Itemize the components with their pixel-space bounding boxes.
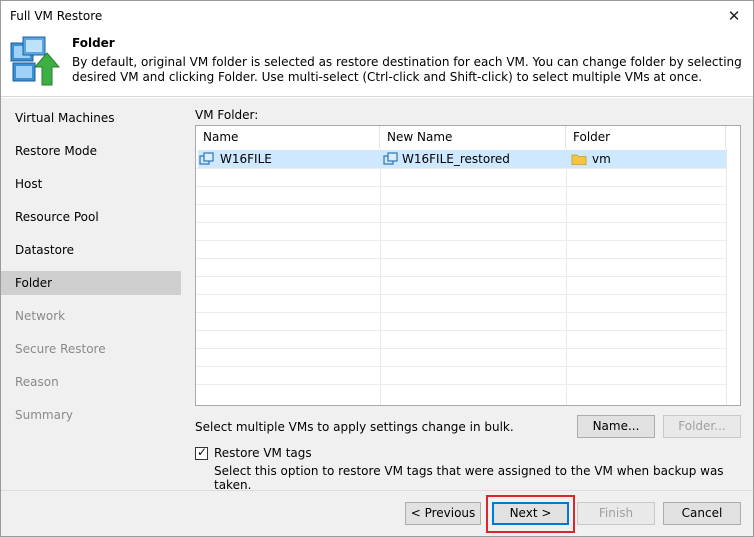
row-divider (196, 348, 726, 349)
sidebar-item-virtual-machines[interactable]: Virtual Machines (1, 106, 181, 130)
step-header: Folder By default, original VM folder is… (1, 31, 753, 97)
vm-folder-grid[interactable]: Name New Name Folder W16FILE W16FILE_res… (195, 125, 741, 406)
row-divider (196, 384, 726, 385)
title-bar: Full VM Restore ✕ (1, 1, 753, 31)
vm-folder-label: VM Folder: (195, 108, 259, 122)
row-folder-cell: vm (568, 150, 726, 168)
sidebar-item-host[interactable]: Host (1, 172, 181, 196)
vm-icon (199, 152, 214, 165)
vm-icon (383, 152, 398, 165)
sidebar-item-restore-mode[interactable]: Restore Mode (1, 139, 181, 163)
window-title: Full VM Restore (10, 9, 103, 23)
row-divider (196, 330, 726, 331)
row-name-cell: W16FILE (198, 150, 380, 168)
sidebar-item-summary: Summary (15, 408, 73, 422)
folder-button: Folder... (663, 415, 741, 438)
row-divider (196, 294, 726, 295)
row-divider (196, 240, 726, 241)
vm-new-name: W16FILE_restored (402, 152, 510, 166)
bulk-hint-text: Select multiple VMs to apply settings ch… (195, 420, 514, 434)
grid-header: Name New Name Folder (196, 126, 740, 148)
name-button[interactable]: Name... (577, 415, 655, 438)
previous-button[interactable]: < Previous (405, 502, 481, 525)
restore-vm-tags-label[interactable]: Restore VM tags (214, 446, 312, 460)
sidebar-item-datastore[interactable]: Datastore (1, 238, 181, 262)
column-header-name[interactable]: Name (196, 126, 380, 148)
vm-folder-value: vm (592, 152, 611, 166)
row-divider (196, 168, 726, 169)
sidebar-item-reason: Reason (15, 375, 59, 389)
column-header-new-name[interactable]: New Name (380, 126, 566, 148)
step-description: By default, original VM folder is select… (72, 55, 742, 84)
wizard-footer: < Previous Next > Finish Cancel (1, 490, 753, 536)
restore-vm-tags-description: Select this option to restore VM tags th… (214, 464, 724, 492)
row-divider (196, 222, 726, 223)
sidebar-item-folder[interactable]: Folder (1, 271, 181, 295)
step-title: Folder (72, 36, 115, 50)
row-divider (196, 312, 726, 313)
sidebar-item-network: Network (15, 309, 66, 323)
row-new-name-cell: W16FILE_restored (382, 150, 566, 168)
full-vm-restore-window: Full VM Restore ✕ Folder By default, ori… (0, 0, 754, 537)
row-divider (196, 366, 726, 367)
row-divider (196, 186, 726, 187)
wizard-steps-sidebar: Virtual Machines Restore Mode Host Resou… (1, 98, 181, 490)
column-header-folder[interactable]: Folder (566, 126, 726, 148)
restore-vm-icon (10, 36, 61, 86)
cancel-button[interactable]: Cancel (663, 502, 741, 525)
sidebar-item-secure-restore: Secure Restore (15, 342, 106, 356)
folder-icon (571, 154, 587, 165)
close-icon[interactable]: ✕ (723, 5, 745, 27)
table-row[interactable]: W16FILE W16FILE_restored vm (198, 150, 726, 168)
next-button[interactable]: Next > (492, 502, 569, 525)
finish-button: Finish (577, 502, 655, 525)
check-icon: ✓ (197, 445, 208, 459)
vm-name: W16FILE (220, 152, 272, 166)
row-divider (196, 276, 726, 277)
sidebar-item-resource-pool[interactable]: Resource Pool (1, 205, 181, 229)
row-divider (196, 204, 726, 205)
row-divider (196, 258, 726, 259)
restore-vm-tags-checkbox[interactable]: ✓ (195, 445, 208, 460)
folder-step-content: VM Folder: Name New Name Folder W16FILE … (181, 98, 753, 492)
column-divider (726, 148, 727, 405)
